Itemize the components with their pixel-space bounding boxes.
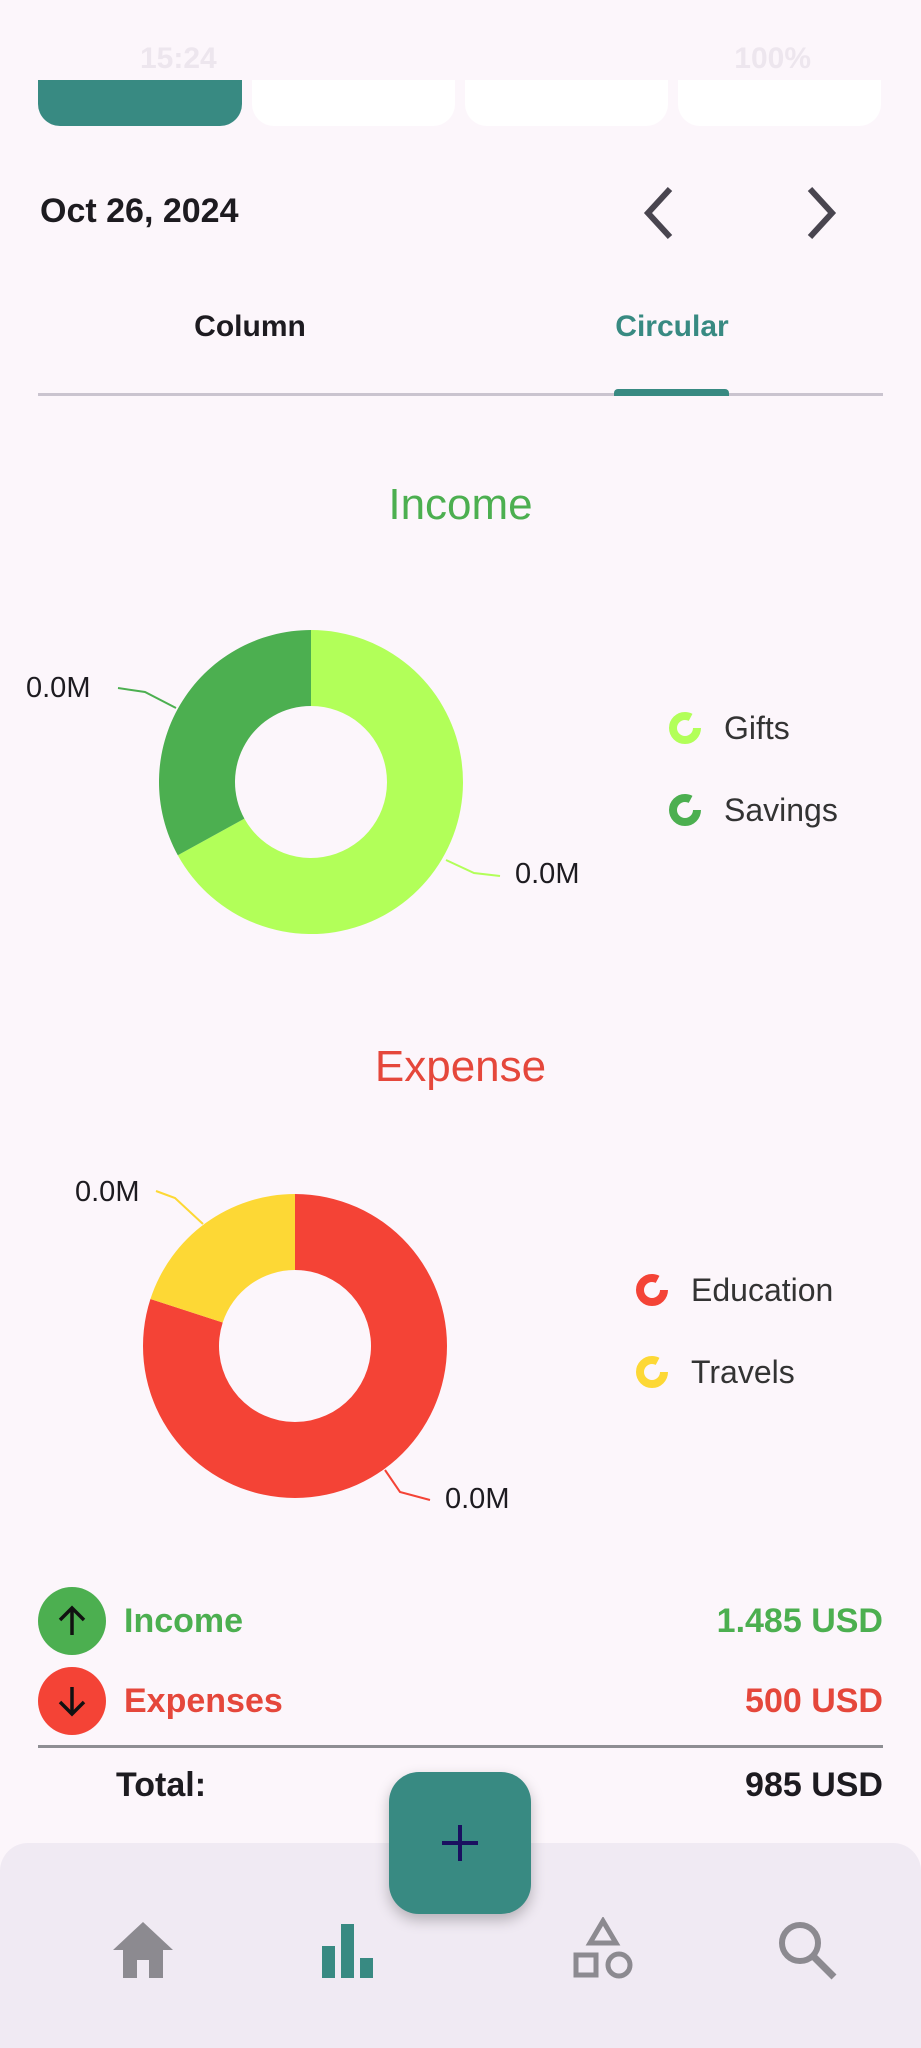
legend-label: Travels	[691, 1353, 795, 1390]
plus-icon	[442, 1825, 478, 1861]
legend-item-travels[interactable]: Travels	[635, 1350, 833, 1394]
expense-summary-label: Expenses	[124, 1681, 283, 1720]
previous-button[interactable]	[625, 178, 695, 248]
tab-circular[interactable]: Circular	[522, 310, 822, 344]
income-summary-label: Income	[124, 1601, 244, 1640]
tab-active-indicator	[614, 389, 729, 396]
nav-statistics[interactable]	[308, 1910, 388, 1990]
home-icon	[113, 1922, 173, 1978]
period-tab-3[interactable]	[465, 80, 668, 126]
summary-divider	[38, 1745, 883, 1748]
search-icon	[779, 1922, 837, 1980]
legend-label: Education	[691, 1271, 834, 1308]
income-summary-row: Income 1.485 USD	[38, 1586, 883, 1656]
period-tab-selected[interactable]	[38, 80, 242, 126]
arrow-down-icon	[38, 1667, 106, 1735]
status-battery: 100%	[734, 42, 811, 75]
arrow-up-icon	[38, 1587, 106, 1655]
bar-chart-icon	[322, 1924, 373, 1978]
legend-donut-icon	[669, 794, 701, 826]
nav-search[interactable]	[767, 1910, 847, 1990]
legend-label: Gifts	[724, 709, 790, 746]
chevron-left-icon	[643, 186, 673, 240]
expense-donut-chart	[142, 1190, 447, 1501]
expense-summary-row: Expenses 500 USD	[38, 1666, 883, 1736]
nav-categories[interactable]	[563, 1910, 643, 1990]
current-date: Oct 26, 2024	[40, 192, 239, 230]
status-time: 15:24	[140, 42, 217, 75]
income-savings-label: 0.0M	[26, 672, 91, 704]
tab-column[interactable]: Column	[100, 310, 400, 344]
total-value: 985 USD	[745, 1766, 883, 1804]
next-button[interactable]	[785, 178, 855, 248]
period-tab-4[interactable]	[678, 80, 881, 126]
expense-chart-title: Expense	[374, 1042, 547, 1091]
legend-label: Savings	[724, 791, 838, 828]
income-legend: Gifts Savings	[668, 706, 838, 832]
add-transaction-button[interactable]	[389, 1772, 531, 1914]
chevron-right-icon	[807, 186, 837, 240]
legend-item-savings[interactable]: Savings	[668, 788, 838, 832]
donut-slice-savings[interactable]	[159, 630, 311, 856]
legend-donut-icon	[636, 1356, 668, 1388]
income-gifts-label: 0.0M	[515, 858, 580, 890]
income-chart-title: Income	[388, 480, 533, 529]
shapes-icon	[573, 1917, 633, 1979]
total-label: Total:	[116, 1766, 207, 1804]
expense-education-label: 0.0M	[445, 1483, 510, 1515]
legend-item-gifts[interactable]: Gifts	[668, 706, 838, 750]
tab-divider	[38, 393, 883, 396]
income-donut-chart	[117, 630, 501, 934]
donut-slice-travels[interactable]	[150, 1194, 295, 1323]
expense-travels-label: 0.0M	[75, 1176, 140, 1208]
income-summary-value: 1.485 USD	[716, 1601, 883, 1640]
expense-legend: Education Travels	[635, 1268, 833, 1394]
nav-home[interactable]	[103, 1910, 183, 1990]
legend-donut-icon	[669, 712, 701, 744]
legend-donut-icon	[636, 1274, 668, 1306]
expense-summary-value: 500 USD	[745, 1681, 883, 1720]
legend-item-education[interactable]: Education	[635, 1268, 833, 1312]
period-tab-2[interactable]	[252, 80, 455, 126]
